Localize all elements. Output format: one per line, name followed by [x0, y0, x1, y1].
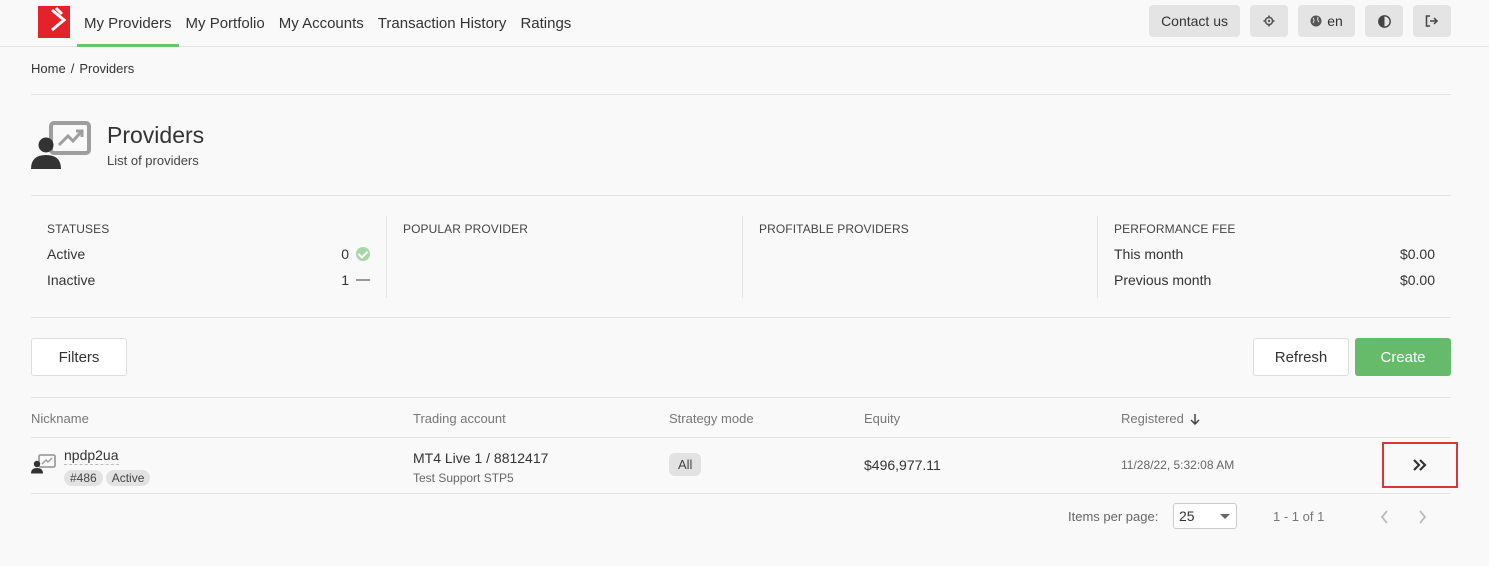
- stats-panel: STATUSES Active 0 Inactive 1 POPULAR PRO…: [31, 216, 1451, 298]
- trading-account: MT4 Live 1 / 8812417: [413, 450, 549, 466]
- column-header-registered[interactable]: Registered: [1121, 411, 1200, 426]
- create-button[interactable]: Create: [1355, 338, 1451, 376]
- stats-profitable-providers: PROFITABLE PROVIDERS: [742, 216, 1097, 298]
- brand-logo-icon[interactable]: [38, 6, 70, 38]
- breadcrumb-home[interactable]: Home: [31, 61, 66, 76]
- performance-fee-title: PERFORMANCE FEE: [1114, 222, 1236, 236]
- top-navigation-bar: My Providers My Portfolio My Accounts Tr…: [0, 0, 1489, 47]
- chevron-left-icon: [1380, 510, 1388, 524]
- contact-us-button[interactable]: Contact us: [1149, 5, 1240, 37]
- top-actions: Contact us en: [1149, 5, 1451, 37]
- stats-statuses: STATUSES Active 0 Inactive 1: [31, 216, 386, 298]
- items-per-page-label: Items per page:: [1068, 509, 1159, 524]
- previous-month-label: Previous month: [1114, 272, 1212, 288]
- statuses-title: STATUSES: [47, 222, 110, 236]
- sort-arrow-down-icon: [1190, 413, 1200, 425]
- breadcrumb-current: Providers: [79, 61, 135, 76]
- page-subtitle: List of providers: [107, 153, 199, 168]
- breadcrumb-separator: /: [70, 61, 75, 76]
- settings-button[interactable]: [1250, 5, 1288, 37]
- inactive-count: 1: [341, 272, 349, 288]
- strategy-mode-badge: All: [669, 453, 702, 476]
- divider: [31, 195, 1451, 196]
- page-title: Providers: [107, 122, 205, 148]
- nav-my-portfolio[interactable]: My Portfolio: [179, 0, 272, 47]
- stats-performance-fee: PERFORMANCE FEE This month $0.00 Previou…: [1097, 216, 1451, 298]
- trading-server: Test Support STP5: [413, 471, 514, 485]
- theme-toggle-button[interactable]: [1365, 5, 1403, 37]
- divider: [31, 317, 1451, 318]
- active-label: Active: [47, 246, 86, 262]
- table-row-border: [31, 493, 1451, 494]
- column-header-nickname[interactable]: Nickname: [31, 411, 89, 426]
- logout-icon: [1425, 15, 1439, 27]
- this-month-label: This month: [1114, 246, 1184, 262]
- nav-my-providers[interactable]: My Providers: [77, 0, 179, 47]
- refresh-button[interactable]: Refresh: [1253, 338, 1349, 376]
- open-provider-button[interactable]: [1382, 442, 1458, 488]
- provider-id-badge: #486: [64, 470, 103, 486]
- registered-header-label: Registered: [1121, 411, 1184, 426]
- nav-transaction-history[interactable]: Transaction History: [371, 0, 514, 47]
- provider-badges: #486 Active: [64, 470, 151, 486]
- this-month-value: $0.00: [1399, 246, 1435, 262]
- column-header-trading-account[interactable]: Trading account: [413, 411, 506, 426]
- contrast-icon: [1377, 14, 1391, 28]
- column-header-equity[interactable]: Equity: [864, 411, 900, 426]
- stats-popular-provider: POPULAR PROVIDER: [386, 216, 742, 298]
- gear-icon: [1263, 15, 1275, 27]
- provider-icon: [31, 121, 91, 169]
- column-header-strategy-mode[interactable]: Strategy mode: [669, 411, 754, 426]
- chevron-right-icon: [1418, 510, 1426, 524]
- previous-month-value: $0.00: [1399, 272, 1435, 288]
- nav-ratings[interactable]: Ratings: [513, 0, 578, 47]
- previous-page-button[interactable]: [1374, 506, 1394, 528]
- profitable-providers-title: PROFITABLE PROVIDERS: [759, 222, 909, 236]
- table-top-border: [31, 397, 1451, 398]
- check-circle-icon: [356, 247, 370, 261]
- double-chevron-right-icon: [1413, 459, 1427, 471]
- globe-icon: [1310, 15, 1322, 27]
- popular-provider-title: POPULAR PROVIDER: [403, 222, 528, 236]
- language-button[interactable]: en: [1298, 5, 1355, 37]
- provider-row-icon: [31, 454, 56, 474]
- registered-date: 11/28/22, 5:32:08 AM: [1121, 458, 1235, 472]
- divider: [31, 94, 1451, 95]
- caret-down-icon: [1220, 513, 1230, 519]
- nav-my-accounts[interactable]: My Accounts: [272, 0, 371, 47]
- table-header-border: [31, 437, 1451, 438]
- breadcrumb: Home / Providers: [31, 61, 134, 76]
- equity-value: $496,977.11: [864, 457, 941, 473]
- dash-icon: [356, 279, 370, 281]
- filters-button[interactable]: Filters: [31, 338, 127, 376]
- status-badge: Active: [105, 470, 151, 486]
- next-page-button[interactable]: [1412, 506, 1432, 528]
- items-per-page-value: 25: [1179, 508, 1195, 524]
- inactive-label: Inactive: [47, 272, 96, 288]
- active-count: 0: [341, 246, 349, 262]
- items-per-page-select[interactable]: 25: [1173, 503, 1237, 529]
- main-nav: My Providers My Portfolio My Accounts Tr…: [77, 0, 578, 47]
- provider-nickname-link[interactable]: npdp2ua: [64, 447, 119, 465]
- logout-button[interactable]: [1413, 5, 1451, 37]
- pagination-range: 1 - 1 of 1: [1273, 509, 1325, 524]
- language-label: en: [1327, 13, 1343, 29]
